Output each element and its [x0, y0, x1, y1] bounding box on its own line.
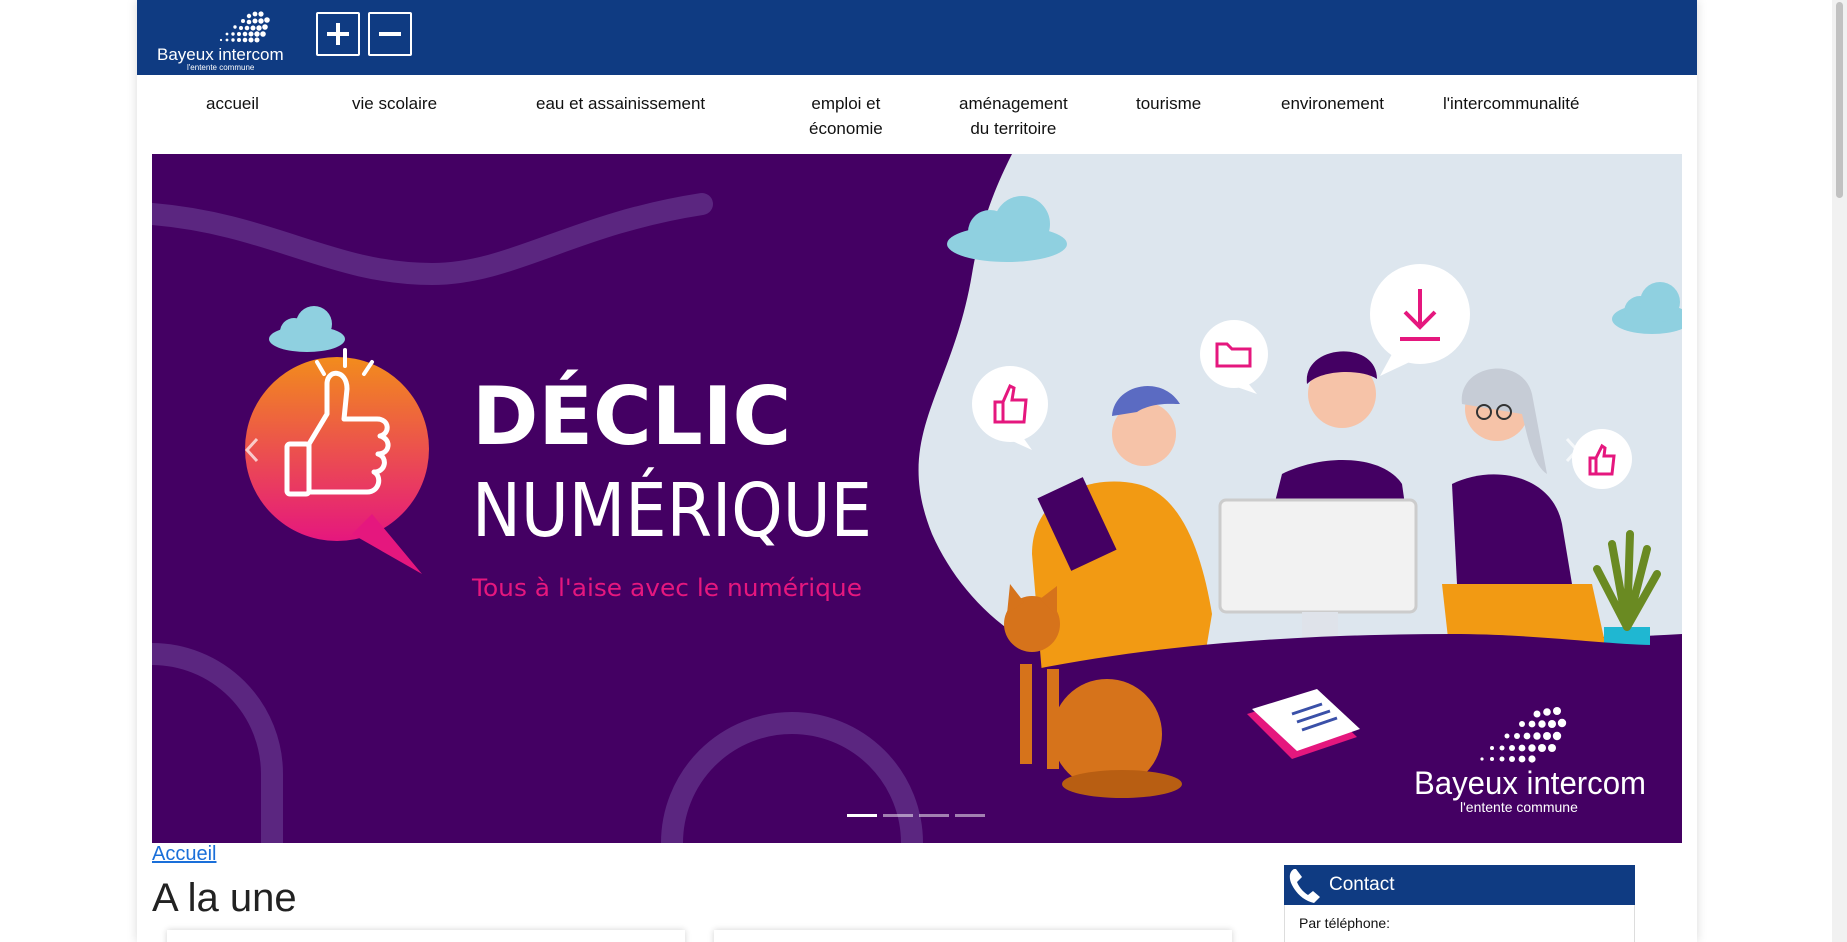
hero-logo-tagline: l'entente commune [1460, 799, 1578, 815]
nav-item-label-line1: emploi et [811, 94, 881, 113]
nav-item-emploi-economie[interactable]: emploi et économie [809, 91, 883, 141]
contact-title: Contact [1329, 874, 1395, 895]
carousel-indicator-1[interactable] [847, 814, 877, 817]
phone-icon [1289, 869, 1320, 903]
contact-panel-header: Contact [1284, 865, 1635, 905]
nav-item-label-line1: aménagement [959, 94, 1068, 113]
main-navigation: accueil vie scolaire eau et assainisseme… [137, 75, 1697, 153]
zoom-in-button[interactable] [316, 12, 360, 56]
minus-icon [379, 32, 401, 36]
nav-item-amenagement-territoire[interactable]: aménagement du territoire [959, 91, 1068, 141]
scrollbar-thumb[interactable] [1836, 2, 1843, 198]
plus-icon [327, 23, 349, 45]
nav-item-label-line2: économie [809, 119, 883, 138]
contact-phone-label: Par téléphone: [1299, 915, 1391, 931]
page-scrollbar[interactable] [1832, 0, 1847, 942]
bayeux-intercom-logo[interactable]: Bayeux intercom l'entente commune [157, 6, 307, 72]
contact-panel-body: Par téléphone: [1284, 905, 1635, 942]
thumbs-up-bubble-icon [1572, 429, 1632, 489]
hero-title-line1: DÉCLIC [472, 369, 791, 463]
logo-text: Bayeux intercom [157, 45, 284, 64]
hero-carousel[interactable]: DÉCLIC NUMÉRIQUE Tous à l'aise avec le n… [152, 154, 1682, 843]
top-header-bar: Bayeux intercom l'entente commune [137, 0, 1697, 75]
nav-item-tourisme[interactable]: tourisme [1136, 91, 1201, 116]
hero-logo-text: Bayeux intercom [1414, 765, 1646, 801]
breadcrumb-accueil-link[interactable]: Accueil [152, 843, 216, 866]
hero-title-line2: NUMÉRIQUE [472, 466, 872, 554]
carousel-indicator-3[interactable] [919, 814, 949, 817]
carousel-indicator-2[interactable] [883, 814, 913, 817]
nav-item-environement[interactable]: environement [1281, 91, 1384, 116]
nav-item-eau-assainissement[interactable]: eau et assainissement [536, 91, 705, 116]
news-card[interactable] [714, 930, 1232, 942]
nav-item-label-line2: du territoire [970, 119, 1057, 138]
nav-item-intercommunalite[interactable]: l'intercommunalité [1443, 91, 1579, 116]
zoom-out-button[interactable] [368, 12, 412, 56]
computer-monitor-icon [1218, 498, 1418, 614]
nav-item-vie-scolaire[interactable]: vie scolaire [352, 91, 437, 116]
logo-tagline: l'entente commune [187, 63, 255, 72]
news-card[interactable] [167, 930, 685, 942]
page-title: A la une [152, 876, 297, 920]
nav-item-accueil[interactable]: accueil [206, 91, 259, 116]
page-container: Bayeux intercom l'entente commune accuei… [137, 0, 1697, 942]
hero-subtitle: Tous à l'aise avec le numérique [471, 574, 862, 602]
carousel-indicator-4[interactable] [955, 814, 985, 817]
